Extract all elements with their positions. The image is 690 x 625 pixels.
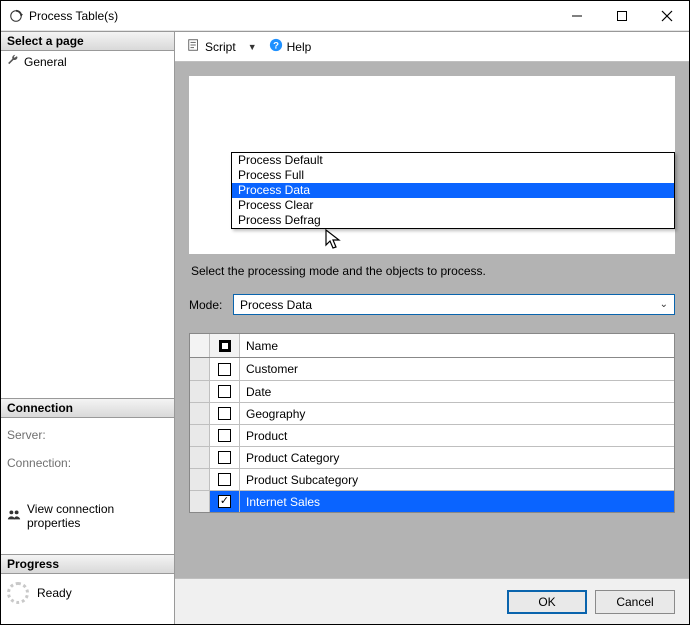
table-row[interactable]: Product Subcategory: [190, 468, 674, 490]
script-dropdown-arrow[interactable]: ▼: [244, 42, 261, 52]
footer: OK Cancel: [175, 578, 689, 624]
select-page-header: Select a page: [1, 32, 174, 51]
mode-option[interactable]: Process Defrag: [232, 213, 674, 228]
ok-button[interactable]: OK: [507, 590, 587, 614]
page-general-label: General: [24, 55, 67, 69]
connection-header: Connection: [1, 398, 174, 418]
close-button[interactable]: [644, 1, 689, 30]
table-row[interactable]: Product Category: [190, 446, 674, 468]
table-row[interactable]: ✓Internet Sales: [190, 490, 674, 512]
row-handle: [190, 381, 210, 402]
row-handle: [190, 425, 210, 446]
window-icon: [9, 9, 23, 23]
mode-combobox-value: Process Data: [240, 298, 312, 312]
cancel-button[interactable]: Cancel: [595, 590, 675, 614]
mode-label: Mode:: [189, 298, 227, 312]
svg-text:?: ?: [273, 41, 279, 52]
row-name: Date: [240, 385, 674, 399]
help-button[interactable]: ? Help: [265, 36, 316, 57]
row-checkbox[interactable]: [210, 447, 240, 468]
mode-option[interactable]: Process Default: [232, 153, 674, 168]
row-name: Product Subcategory: [240, 473, 674, 487]
view-connection-properties[interactable]: View connection properties: [1, 496, 174, 536]
row-handle: [190, 491, 210, 512]
row-checkbox[interactable]: [210, 358, 240, 380]
ok-button-label: OK: [538, 595, 555, 609]
minimize-button[interactable]: [554, 1, 599, 30]
row-checkbox[interactable]: [210, 381, 240, 402]
progress-body: Ready: [1, 574, 174, 612]
view-connection-properties-label: View connection properties: [27, 502, 168, 530]
script-label: Script: [205, 40, 236, 54]
progress-header: Progress: [1, 554, 174, 574]
row-name: Internet Sales: [240, 495, 674, 509]
grid-header-checkbox[interactable]: [210, 334, 240, 357]
row-name: Customer: [240, 362, 674, 376]
right-panel: Script ▼ ? Help Select the processing mo…: [175, 32, 689, 624]
right-content: Select the processing mode and the objec…: [175, 62, 689, 578]
mode-option[interactable]: Process Full: [232, 168, 674, 183]
left-panel: Select a page General Connection Server:…: [1, 32, 175, 624]
mode-option[interactable]: Process Clear: [232, 198, 674, 213]
connection-label: Connection:: [7, 456, 168, 470]
mode-combobox[interactable]: Process Data ⌄: [233, 294, 675, 315]
row-name: Product: [240, 429, 674, 443]
help-label: Help: [287, 40, 312, 54]
row-handle: [190, 358, 210, 380]
script-button[interactable]: Script: [183, 36, 240, 57]
progress-status: Ready: [37, 586, 72, 600]
people-icon: [7, 508, 21, 525]
dialog-window: Process Table(s) Select a page: [0, 0, 690, 625]
script-icon: [187, 38, 201, 55]
row-handle: [190, 403, 210, 424]
table-row[interactable]: Customer: [190, 358, 674, 380]
table-row[interactable]: Geography: [190, 402, 674, 424]
row-checkbox[interactable]: [210, 403, 240, 424]
row-handle: [190, 469, 210, 490]
instruction-text: Select the processing mode and the objec…: [189, 254, 675, 294]
grid-corner: [190, 334, 210, 357]
titlebar: Process Table(s): [1, 1, 689, 31]
row-checkbox[interactable]: ✓: [210, 491, 240, 512]
row-handle: [190, 447, 210, 468]
toolbar: Script ▼ ? Help: [175, 32, 689, 62]
row-checkbox[interactable]: [210, 425, 240, 446]
help-icon: ?: [269, 38, 283, 55]
wrench-icon: [7, 54, 19, 69]
progress-spinner-icon: [7, 582, 29, 604]
server-label: Server:: [7, 428, 168, 442]
mode-dropdown-list[interactable]: Process DefaultProcess FullProcess DataP…: [231, 152, 675, 229]
objects-grid: Name Customer Date Geography Product Product…: [189, 333, 675, 513]
connection-body: Server: Connection:: [1, 418, 174, 496]
row-checkbox[interactable]: [210, 469, 240, 490]
grid-header-row: Name: [190, 334, 674, 358]
mode-option[interactable]: Process Data: [232, 183, 674, 198]
page-general[interactable]: General: [1, 51, 174, 72]
maximize-button[interactable]: [599, 1, 644, 30]
window-title: Process Table(s): [29, 9, 554, 23]
chevron-down-icon: ⌄: [660, 299, 668, 310]
row-name: Product Category: [240, 451, 674, 465]
grid-header-name: Name: [240, 339, 674, 353]
table-row[interactable]: Date: [190, 380, 674, 402]
row-name: Geography: [240, 407, 674, 421]
cancel-button-label: Cancel: [616, 595, 653, 609]
table-row[interactable]: Product: [190, 424, 674, 446]
